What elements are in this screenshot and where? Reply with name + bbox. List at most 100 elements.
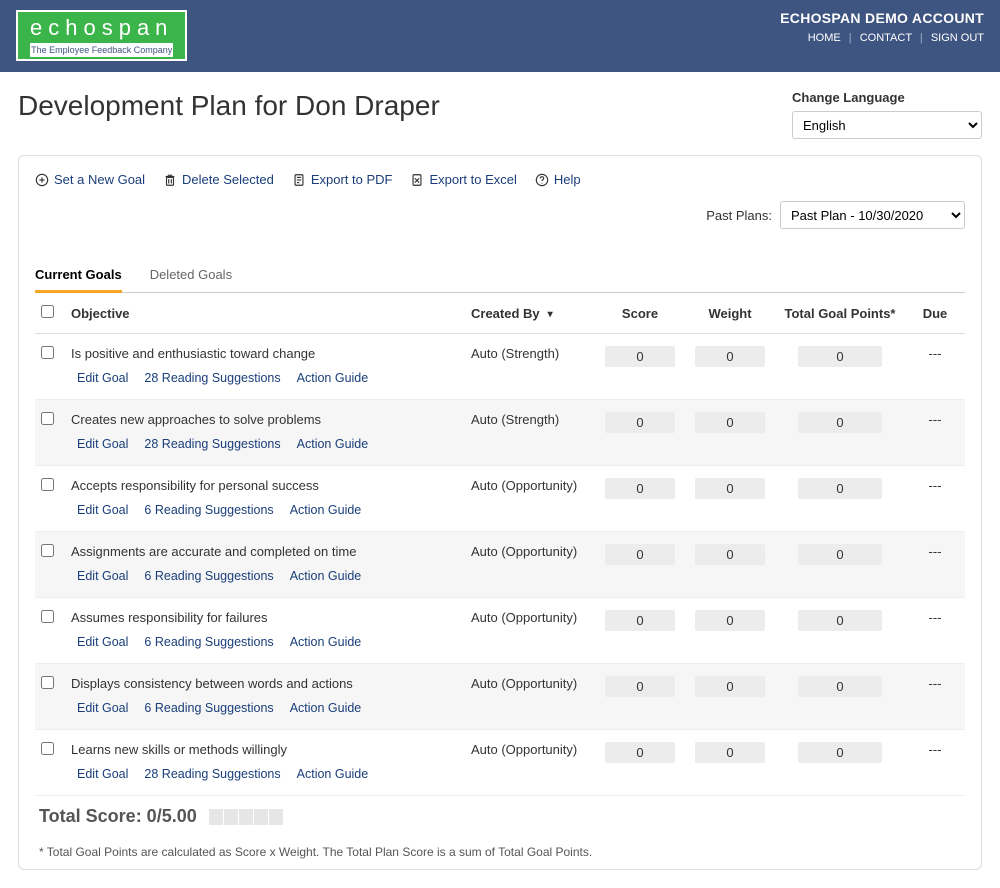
plus-circle-icon [35, 173, 49, 187]
logo-subtitle: The Employee Feedback Company [30, 45, 173, 55]
objective-title: Assignments are accurate and completed o… [71, 544, 459, 559]
contact-link[interactable]: CONTACT [860, 32, 912, 44]
row-checkbox[interactable] [41, 412, 54, 425]
chevron-down-icon: ▾ [548, 309, 553, 320]
help-label: Help [554, 172, 581, 187]
weight-cell[interactable]: 0 [695, 346, 765, 367]
action-guide-link[interactable]: Action Guide [297, 437, 369, 451]
delete-selected-button[interactable]: Delete Selected [163, 172, 274, 187]
new-goal-button[interactable]: Set a New Goal [35, 172, 145, 187]
table-row: Creates new approaches to solve problems… [35, 400, 965, 466]
tab-deleted-goals[interactable]: Deleted Goals [150, 259, 232, 293]
col-objective[interactable]: Objective [65, 293, 465, 334]
total-score-row: Total Score: 0/5.00 [35, 796, 965, 837]
action-guide-link[interactable]: Action Guide [290, 701, 362, 715]
tgp-cell: 0 [798, 676, 882, 697]
language-select[interactable]: English [792, 111, 982, 139]
tgp-cell: 0 [798, 412, 882, 433]
row-checkbox[interactable] [41, 676, 54, 689]
reading-suggestions-link[interactable]: 28 Reading Suggestions [144, 767, 280, 781]
weight-cell[interactable]: 0 [695, 676, 765, 697]
action-guide-link[interactable]: Action Guide [290, 503, 362, 517]
reading-suggestions-link[interactable]: 28 Reading Suggestions [144, 437, 280, 451]
score-cell[interactable]: 0 [605, 412, 675, 433]
edit-goal-link[interactable]: Edit Goal [77, 371, 128, 385]
weight-cell[interactable]: 0 [695, 742, 765, 763]
col-weight[interactable]: Weight [685, 293, 775, 334]
reading-suggestions-link[interactable]: 28 Reading Suggestions [144, 371, 280, 385]
due-cell: --- [905, 466, 965, 532]
row-checkbox[interactable] [41, 478, 54, 491]
tabs: Current Goals Deleted Goals [35, 259, 965, 293]
col-total-goal-points[interactable]: Total Goal Points* [775, 293, 905, 334]
score-cell[interactable]: 0 [605, 610, 675, 631]
weight-cell[interactable]: 0 [695, 544, 765, 565]
pdf-icon [292, 173, 306, 187]
row-checkbox[interactable] [41, 610, 54, 623]
header-right: ECHOSPAN DEMO ACCOUNT HOME | CONTACT | S… [780, 10, 984, 44]
score-cell[interactable]: 0 [605, 544, 675, 565]
divider: | [920, 32, 923, 44]
past-plans-select[interactable]: Past Plan - 10/30/2020 [780, 201, 965, 229]
row-checkbox[interactable] [41, 742, 54, 755]
action-guide-link[interactable]: Action Guide [290, 569, 362, 583]
help-button[interactable]: Help [535, 172, 581, 187]
score-cell[interactable]: 0 [605, 346, 675, 367]
signout-link[interactable]: SIGN OUT [931, 32, 984, 44]
account-name: ECHOSPAN DEMO ACCOUNT [780, 10, 984, 26]
score-cell[interactable]: 0 [605, 742, 675, 763]
table-row: Learns new skills or methods willinglyEd… [35, 730, 965, 796]
due-cell: --- [905, 598, 965, 664]
edit-goal-link[interactable]: Edit Goal [77, 437, 128, 451]
created-by-cell: Auto (Opportunity) [465, 466, 595, 532]
action-guide-link[interactable]: Action Guide [297, 767, 369, 781]
export-excel-button[interactable]: Export to Excel [410, 172, 516, 187]
logo[interactable]: echospan The Employee Feedback Company [16, 10, 187, 61]
tgp-cell: 0 [798, 346, 882, 367]
created-by-cell: Auto (Opportunity) [465, 532, 595, 598]
created-by-cell: Auto (Opportunity) [465, 730, 595, 796]
reading-suggestions-link[interactable]: 6 Reading Suggestions [144, 635, 273, 649]
goals-table: Objective Created By▾ Score Weight Total… [35, 293, 965, 796]
delete-selected-label: Delete Selected [182, 172, 274, 187]
col-created-by[interactable]: Created By▾ [465, 293, 595, 334]
edit-goal-link[interactable]: Edit Goal [77, 503, 128, 517]
objective-title: Is positive and enthusiastic toward chan… [71, 346, 459, 361]
header-links: HOME | CONTACT | SIGN OUT [780, 32, 984, 44]
help-icon [535, 173, 549, 187]
score-cell[interactable]: 0 [605, 478, 675, 499]
reading-suggestions-link[interactable]: 6 Reading Suggestions [144, 503, 273, 517]
due-cell: --- [905, 334, 965, 400]
score-cell[interactable]: 0 [605, 676, 675, 697]
export-excel-label: Export to Excel [429, 172, 516, 187]
reading-suggestions-link[interactable]: 6 Reading Suggestions [144, 569, 273, 583]
edit-goal-link[interactable]: Edit Goal [77, 635, 128, 649]
edit-goal-link[interactable]: Edit Goal [77, 569, 128, 583]
due-cell: --- [905, 730, 965, 796]
action-guide-link[interactable]: Action Guide [297, 371, 369, 385]
export-pdf-button[interactable]: Export to PDF [292, 172, 393, 187]
tab-current-goals[interactable]: Current Goals [35, 259, 122, 293]
objective-title: Creates new approaches to solve problems [71, 412, 459, 427]
weight-cell[interactable]: 0 [695, 478, 765, 499]
edit-goal-link[interactable]: Edit Goal [77, 701, 128, 715]
toolbar: Set a New Goal Delete Selected Export to… [35, 172, 965, 187]
objective-title: Assumes responsibility for failures [71, 610, 459, 625]
weight-cell[interactable]: 0 [695, 610, 765, 631]
reading-suggestions-link[interactable]: 6 Reading Suggestions [144, 701, 273, 715]
weight-cell[interactable]: 0 [695, 412, 765, 433]
app-header: echospan The Employee Feedback Company E… [0, 0, 1000, 72]
action-guide-link[interactable]: Action Guide [290, 635, 362, 649]
col-score[interactable]: Score [595, 293, 685, 334]
excel-icon [410, 173, 424, 187]
row-checkbox[interactable] [41, 346, 54, 359]
row-checkbox[interactable] [41, 544, 54, 557]
select-all-checkbox[interactable] [41, 305, 54, 318]
tgp-cell: 0 [798, 544, 882, 565]
created-by-cell: Auto (Strength) [465, 334, 595, 400]
objective-title: Displays consistency between words and a… [71, 676, 459, 691]
edit-goal-link[interactable]: Edit Goal [77, 767, 128, 781]
home-link[interactable]: HOME [808, 32, 841, 44]
col-due[interactable]: Due [905, 293, 965, 334]
objective-title: Accepts responsibility for personal succ… [71, 478, 459, 493]
